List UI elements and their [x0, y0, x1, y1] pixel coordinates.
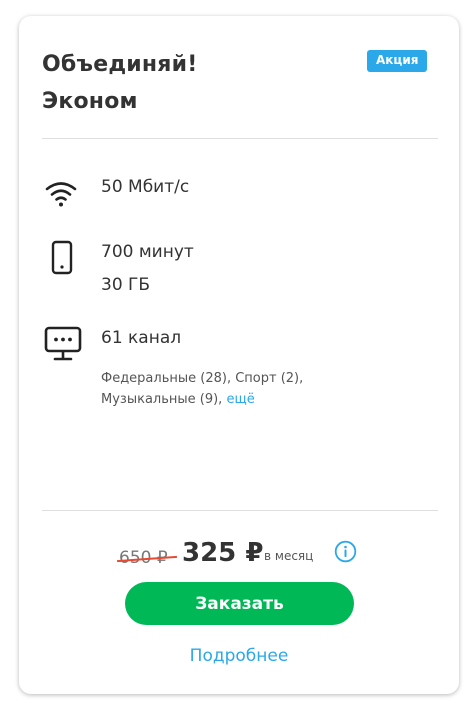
mobile-minutes: 700 минут	[101, 242, 194, 262]
tariff-title-line2: Эконом	[42, 89, 138, 114]
tariff-title: Объединяй! Эконом	[42, 46, 197, 120]
channels-desc-line2-text: Музыкальные (9),	[101, 392, 223, 407]
more-channels-link[interactable]: ещё	[226, 392, 254, 407]
tariff-title-line1: Объединяй!	[42, 52, 198, 77]
order-button[interactable]: Заказать	[125, 582, 354, 625]
channels-desc-line2: Музыкальные (9), ещё	[101, 389, 303, 410]
tv-icon	[44, 326, 82, 361]
internet-speed: 50 Мбит/с	[101, 177, 190, 197]
price-period: в месяц	[264, 549, 314, 563]
tv-channels: 61 канал	[101, 328, 182, 348]
info-icon[interactable]	[334, 540, 357, 563]
wifi-icon	[45, 182, 77, 207]
details-link[interactable]: Подробнее	[19, 646, 459, 666]
channels-desc-line1: Федеральные (28), Спорт (2),	[101, 371, 304, 386]
tariff-card: Объединяй! Эконом Акция 50 Мбит/с 700 ми…	[19, 16, 459, 694]
smartphone-icon	[51, 240, 73, 275]
new-price: 325 ₽	[182, 538, 264, 568]
bottom-divider	[42, 510, 438, 511]
channels-description: Федеральные (28), Спорт (2), Музыкальные…	[101, 368, 303, 410]
top-divider	[42, 138, 438, 139]
promo-badge: Акция	[367, 50, 428, 72]
mobile-data: 30 ГБ	[101, 275, 151, 295]
